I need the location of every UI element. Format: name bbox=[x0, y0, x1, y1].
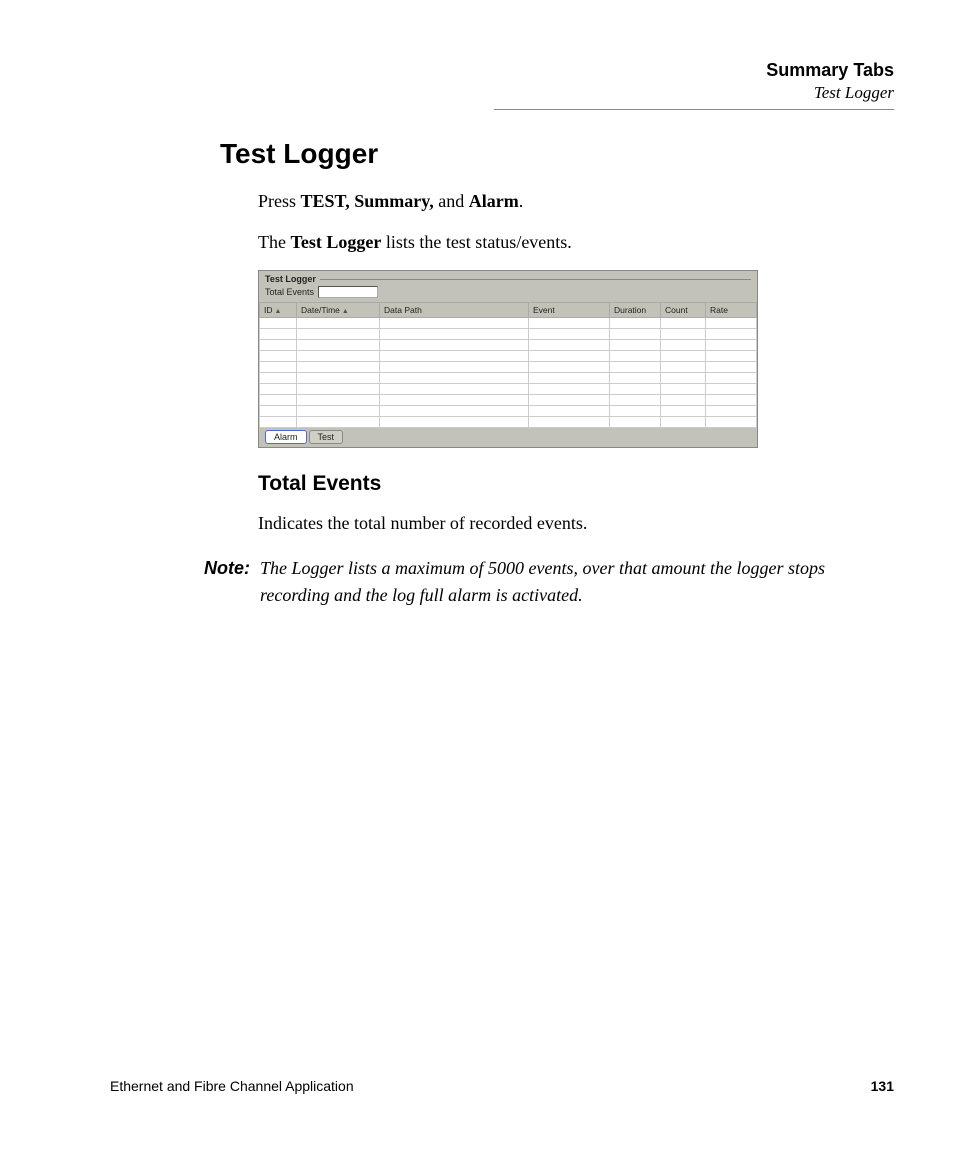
legend-rule bbox=[320, 279, 751, 280]
sort-up-icon: ▲ bbox=[342, 308, 349, 315]
test-logger-panel: Test Logger Total Events ID▲ Date/Time▲ … bbox=[258, 270, 758, 448]
footer-page-number: 131 bbox=[871, 1078, 894, 1094]
col-datapath[interactable]: Data Path bbox=[380, 303, 529, 318]
col-rate[interactable]: Rate bbox=[706, 303, 757, 318]
page-footer: Ethernet and Fibre Channel Application 1… bbox=[110, 1078, 894, 1094]
note-text: The Logger lists a maximum of 5000 event… bbox=[260, 555, 894, 609]
total-events-para: Indicates the total number of recorded e… bbox=[258, 510, 894, 537]
table-row bbox=[260, 373, 757, 384]
tab-alarm[interactable]: Alarm bbox=[265, 430, 307, 444]
table-row bbox=[260, 329, 757, 340]
col-duration[interactable]: Duration bbox=[610, 303, 661, 318]
note-label: Note: bbox=[180, 555, 250, 609]
table-row bbox=[260, 384, 757, 395]
col-event[interactable]: Event bbox=[529, 303, 610, 318]
events-table: ID▲ Date/Time▲ Data Path Event Duration … bbox=[259, 302, 757, 428]
col-id[interactable]: ID▲ bbox=[260, 303, 297, 318]
events-tbody bbox=[260, 318, 757, 428]
table-row bbox=[260, 406, 757, 417]
table-row bbox=[260, 318, 757, 329]
tab-test[interactable]: Test bbox=[309, 430, 344, 444]
footer-doc-title: Ethernet and Fibre Channel Application bbox=[110, 1078, 354, 1094]
sort-up-icon: ▲ bbox=[275, 308, 282, 315]
total-events-field bbox=[318, 286, 378, 298]
col-count[interactable]: Count bbox=[661, 303, 706, 318]
panel-legend: Test Logger bbox=[265, 274, 316, 284]
instruction-para-1: Press TEST, Summary, and Alarm. bbox=[258, 188, 894, 215]
header-rule bbox=[494, 109, 894, 110]
table-row bbox=[260, 417, 757, 428]
total-events-label: Total Events bbox=[265, 287, 314, 297]
subhead-total-events: Total Events bbox=[258, 472, 894, 496]
header-section: Test Logger bbox=[60, 83, 894, 103]
table-row bbox=[260, 351, 757, 362]
table-row bbox=[260, 340, 757, 351]
col-datetime[interactable]: Date/Time▲ bbox=[297, 303, 380, 318]
table-row bbox=[260, 395, 757, 406]
header-chapter: Summary Tabs bbox=[60, 60, 894, 81]
instruction-para-2: The Test Logger lists the test status/ev… bbox=[258, 229, 894, 256]
page-title: Test Logger bbox=[220, 138, 894, 170]
page-header: Summary Tabs Test Logger bbox=[60, 60, 894, 110]
table-row bbox=[260, 362, 757, 373]
